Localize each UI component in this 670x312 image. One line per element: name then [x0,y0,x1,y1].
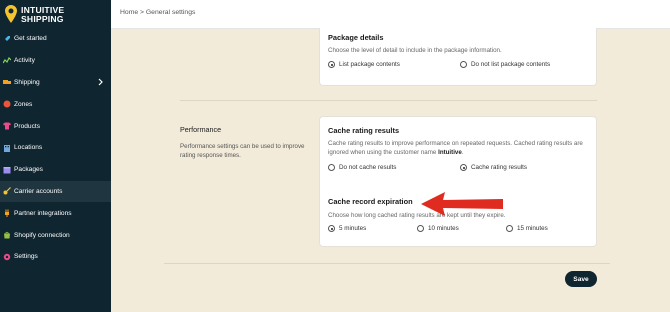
sidebar-item-label: Settings [14,253,38,261]
gear-icon [3,253,11,261]
top-bar: Home > General settings [111,0,670,29]
plug-icon [3,209,11,218]
sidebar-item-label: Packages [14,166,43,174]
building-icon [3,144,11,152]
sidebar-item-activity[interactable]: Activity [0,50,111,72]
activity-icon [3,56,11,65]
brand-name: INTUITIVE SHIPPING [21,5,65,24]
option-label: 10 minutes [428,225,459,232]
sidebar-item-locations[interactable]: Locations [0,137,111,159]
cache-record-expiration-title: Cache record expiration [328,197,413,206]
option-do-not-cache-results[interactable]: Do not cache results [328,164,396,171]
cache-rating-results-title: Cache rating results [328,126,400,135]
location-pin-icon [5,5,17,23]
performance-title: Performance [180,125,222,134]
sidebar-item-label: Carrier accounts [14,187,63,195]
radio-button-selected[interactable] [328,225,335,232]
radio-button-selected[interactable] [460,164,467,171]
sidebar-nav: Get started Activity Shipping Zones Prod… [0,28,111,268]
sidebar-item-label: Shopify connection [14,231,70,239]
sidebar-item-label: Products [14,122,41,130]
package-details-card: Package details Choose the level of deta… [319,28,597,86]
option-15-minutes[interactable]: 15 minutes [506,225,548,232]
logo[interactable]: INTUITIVE SHIPPING [5,4,64,26]
option-do-not-list-package-contents[interactable]: Do not list package contents [460,61,550,68]
radio-button[interactable] [506,225,513,232]
radio-button[interactable] [417,225,424,232]
performance-description: Performance settings can be used to impr… [180,143,305,159]
option-label: Do not list package contents [471,61,551,68]
bag-icon [3,231,11,239]
sidebar-item-products[interactable]: Products [0,115,111,137]
sidebar-item-get-started[interactable]: Get started [0,28,111,50]
sidebar-item-shipping[interactable]: Shipping [0,72,111,94]
sidebar-item-partner-integrations[interactable]: Partner integrations [0,202,111,224]
sidebar-item-zones[interactable]: Zones [0,93,111,115]
breadcrumb[interactable]: Home > General settings [120,9,195,16]
package-details-title: Package details [328,33,384,42]
key-icon [3,187,11,195]
package-details-description: Choose the level of detail to include in… [328,47,502,54]
rocket-icon [3,35,11,43]
shipping-icon [3,78,11,86]
option-label: Do not cache results [339,164,397,171]
sidebar-item-carrier-accounts[interactable]: Carrier accounts [0,180,111,203]
sidebar-item-settings[interactable]: Settings [0,246,111,268]
sidebar-item-packages[interactable]: Packages [0,159,111,181]
globe-icon [3,100,11,108]
footer-divider [164,263,610,264]
shirt-icon [3,122,11,130]
option-cache-rating-results[interactable]: Cache rating results [460,164,527,171]
option-5-minutes[interactable]: 5 minutes [328,225,366,232]
sidebar-item-shopify-connection[interactable]: Shopify connection [0,224,111,246]
sidebar-item-label: Locations [14,144,43,152]
save-button[interactable]: Save [565,271,597,287]
radio-button[interactable] [460,61,467,68]
annotation-arrow-icon [421,192,503,216]
option-list-package-contents[interactable]: List package contents [328,61,400,68]
option-10-minutes[interactable]: 10 minutes [417,225,459,232]
sidebar-item-label: Activity [14,57,35,65]
chevron-right-icon [98,79,103,86]
sidebar-item-label: Get started [14,35,47,43]
section-divider [180,100,597,101]
sidebar: INTUITIVE SHIPPING Get started Activity … [0,0,111,312]
sidebar-item-label: Partner integrations [14,209,72,217]
sidebar-item-label: Zones [14,100,33,108]
option-label: 15 minutes [517,225,548,232]
radio-button[interactable] [328,164,335,171]
sidebar-item-label: Shipping [14,78,40,86]
option-label: List package contents [339,61,400,68]
option-label: 5 minutes [339,225,367,232]
option-label: Cache rating results [471,164,527,171]
cache-rating-results-description: Cache rating results to improve performa… [328,140,583,156]
box-icon [3,166,11,174]
cache-settings-card: Cache rating results Cache rating result… [319,116,597,247]
radio-button-selected[interactable] [328,61,335,68]
